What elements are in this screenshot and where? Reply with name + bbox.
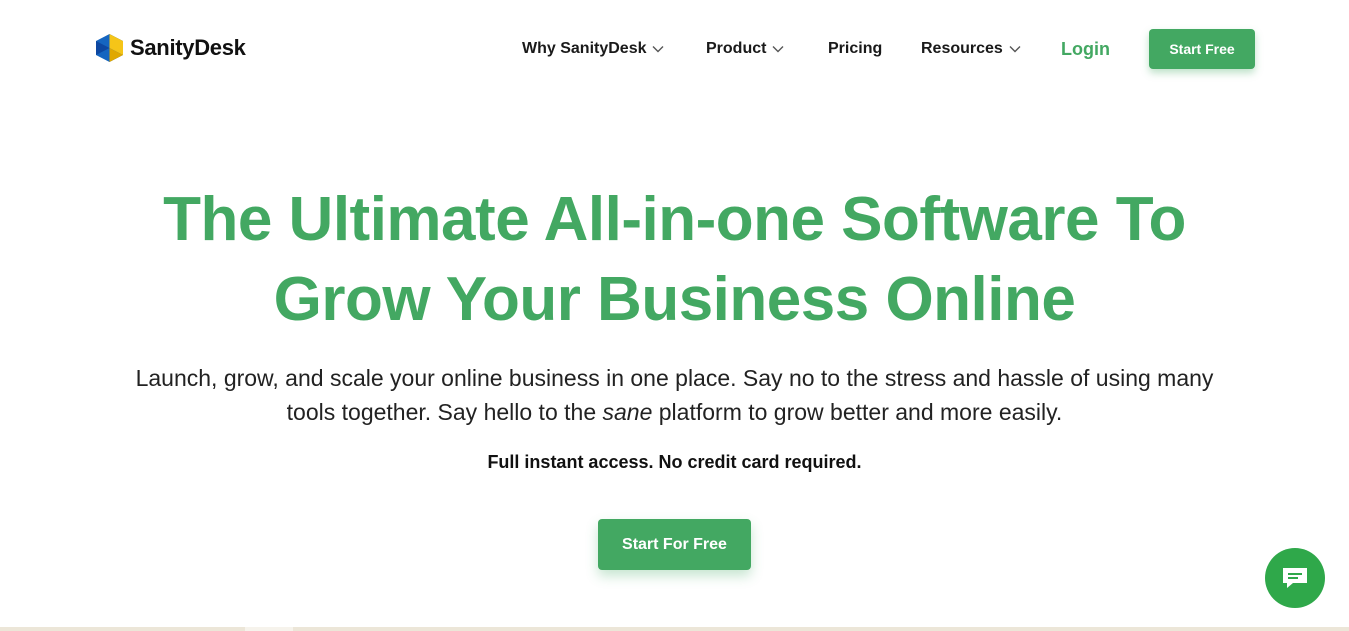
hero-title-line-1: The Ultimate All-in-one Software To [163, 185, 1186, 254]
nav-item-label: Product [706, 40, 767, 57]
divider-highlight [245, 627, 293, 631]
login-link[interactable]: Login [1061, 39, 1110, 60]
logo[interactable]: SanityDesk [95, 33, 246, 63]
hero-title-line-2: Grow Your Business Online [273, 265, 1076, 334]
start-for-free-button[interactable]: Start For Free [598, 519, 751, 570]
logo-icon [96, 34, 123, 62]
nav-item-label: Why SanityDesk [522, 40, 647, 57]
hero-subtitle-line-1: Launch, grow, and scale your online busi… [135, 365, 1214, 391]
nav-item-label: Pricing [828, 40, 883, 57]
hero-title: The Ultimate All-in-one Software To Grow… [0, 180, 1349, 340]
nav-item-product[interactable]: Product [706, 40, 784, 58]
hero-subtitle: Launch, grow, and scale your online busi… [0, 361, 1349, 429]
hero-subtitle-line-2-end: platform to grow better and more easily. [652, 399, 1063, 425]
hero-note: Full instant access. No credit card requ… [487, 452, 862, 472]
section-divider [0, 627, 1349, 631]
hero-subtitle-emphasis: sane [602, 399, 653, 425]
chevron-down-icon [1009, 46, 1021, 53]
nav-item-label: Resources [921, 40, 1003, 57]
chat-widget-button[interactable] [1265, 548, 1325, 608]
nav-item-pricing[interactable]: Pricing [828, 40, 882, 58]
site-header: SanityDesk Why SanityDesk Product Pricin… [0, 0, 1349, 98]
logo-text: SanityDesk [130, 35, 246, 60]
nav-item-resources[interactable]: Resources [921, 40, 1021, 58]
chat-bubble-icon [1283, 568, 1307, 588]
nav-item-why-sanitydesk[interactable]: Why SanityDesk [522, 40, 664, 58]
chevron-down-icon [772, 46, 784, 53]
chevron-down-icon [652, 46, 664, 53]
hero-subtitle-line-2-start: tools together. Say hello to the [286, 399, 603, 425]
start-free-button[interactable]: Start Free [1149, 29, 1255, 69]
